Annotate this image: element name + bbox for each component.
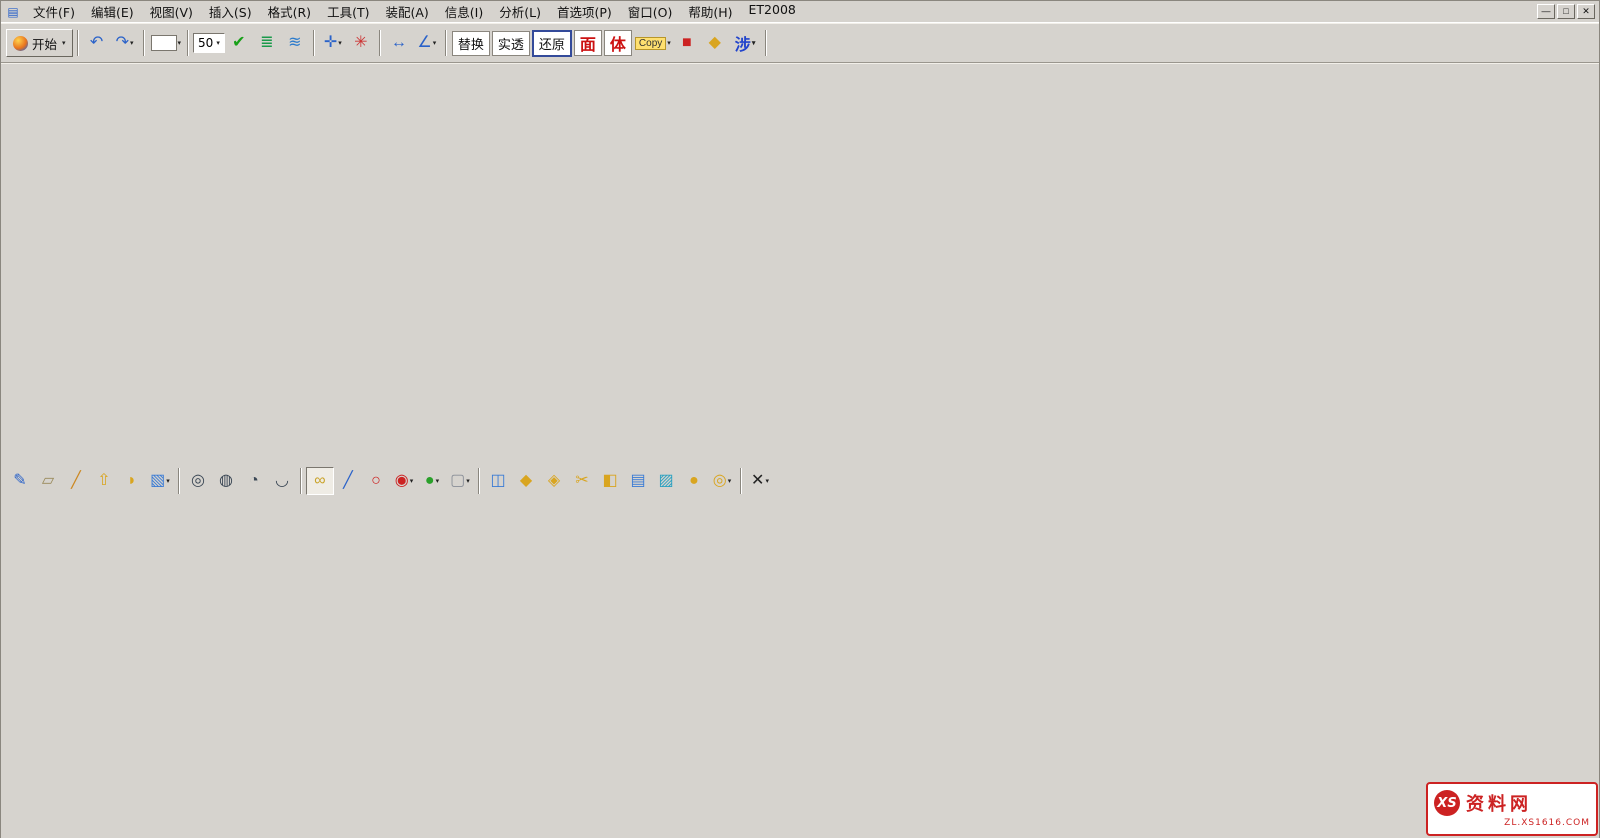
redo-icon: ↷ <box>116 35 129 51</box>
face-select-button[interactable]: 面 <box>574 30 602 56</box>
menu-item[interactable]: 首选项(P) <box>549 0 620 23</box>
chevron-down-icon: ▾ <box>62 39 66 47</box>
menu-item[interactable]: 文件(F) <box>25 0 83 23</box>
menu-item[interactable]: 编辑(E) <box>83 0 142 23</box>
sphere[interactable]: ● <box>680 467 708 495</box>
trim-body[interactable]: ✂ <box>568 467 596 495</box>
orient-view-button[interactable]: ✛▾ <box>319 29 347 57</box>
orient-icon: ✛ <box>324 35 337 51</box>
sketch[interactable]: ✎ <box>6 467 34 495</box>
red-solid-button[interactable]: ■ <box>673 29 701 57</box>
torus[interactable]: ◎▾ <box>708 467 736 495</box>
replace-refset-button[interactable]: 替换 <box>452 31 490 56</box>
layer-check-button[interactable]: ✔ <box>225 29 253 57</box>
layer-visibility-button[interactable]: ≋ <box>281 29 309 57</box>
copy-icon: Copy <box>635 37 666 50</box>
gold-cube-icon: ◆ <box>709 35 721 51</box>
menu-item[interactable]: 窗口(O) <box>620 0 681 23</box>
datum-plane[interactable]: ▱ <box>34 467 62 495</box>
check-icon: ✔ <box>232 35 245 51</box>
nx-cad-window: ▤ 文件(F)编辑(E)视图(V)插入(S)格式(R)工具(T)装配(A)信息(… <box>0 0 1600 838</box>
menu-item[interactable]: 格式(R) <box>260 0 319 23</box>
layer-settings-button[interactable]: ≣ <box>253 29 281 57</box>
watermark: XS 资料网 ZL.XS1616.COM <box>1426 782 1598 836</box>
datum-csys[interactable]: ✕▾ <box>746 467 774 495</box>
unite[interactable]: ◫ <box>484 467 512 495</box>
minimize-button[interactable]: — <box>1537 4 1555 19</box>
circle[interactable]: ○ <box>362 467 390 495</box>
app-icon: ▤ <box>5 4 21 20</box>
block[interactable]: ▧▾ <box>146 467 174 495</box>
redo-button[interactable]: ↷▾ <box>111 29 139 57</box>
wcs-display-button[interactable]: ✳ <box>347 29 375 57</box>
datum-axis[interactable]: ╱ <box>62 467 90 495</box>
body-select-button[interactable]: 体 <box>604 30 632 56</box>
angle-icon: ∠ <box>417 35 431 51</box>
menu-item[interactable]: 视图(V) <box>142 0 201 23</box>
thicken[interactable]: ▨ <box>652 467 680 495</box>
start-menu-button[interactable]: 开始 ▾ <box>6 29 73 57</box>
layers-icon: ≣ <box>260 35 273 51</box>
work-layer-value: 50 <box>198 36 213 50</box>
menu-item[interactable]: 信息(I) <box>437 0 491 23</box>
menu-bar: ▤ 文件(F)编辑(E)视图(V)插入(S)格式(R)工具(T)装配(A)信息(… <box>1 1 1599 23</box>
work-layer-input[interactable]: 50▾ <box>193 33 225 53</box>
subtract[interactable]: ◆ <box>512 467 540 495</box>
menu-item[interactable]: 帮助(H) <box>680 0 740 23</box>
menu-item[interactable]: 分析(L) <box>491 0 549 23</box>
close-button[interactable]: ✕ <box>1577 4 1595 19</box>
point[interactable]: ◉▾ <box>390 467 418 495</box>
pocket[interactable]: ◔ <box>240 467 268 495</box>
measure-angle-button[interactable]: ∠▾ <box>413 29 441 57</box>
watermark-url: ZL.XS1616.COM <box>1434 818 1590 828</box>
measure-distance-button[interactable]: ↔ <box>385 29 413 57</box>
hole[interactable]: ◎ <box>184 467 212 495</box>
split-body[interactable]: ◧ <box>596 467 624 495</box>
wade-tool-button[interactable]: 涉▾ <box>730 29 761 57</box>
patch[interactable]: ▤ <box>624 467 652 495</box>
render-style-select[interactable]: ▾ <box>149 29 184 57</box>
ruler-icon: ↔ <box>391 35 407 51</box>
restore-button[interactable]: 还原 <box>532 30 572 57</box>
translucency-button[interactable]: 实透 <box>492 31 530 56</box>
pad[interactable]: ◡ <box>268 467 296 495</box>
intersect[interactable]: ◈ <box>540 467 568 495</box>
primitive-sphere[interactable]: ●▾ <box>418 467 446 495</box>
render-style-swatch <box>151 35 177 51</box>
watermark-logo: XS <box>1434 790 1460 816</box>
style-box[interactable]: ▢▾ <box>446 467 474 495</box>
feature-toolbar: ✎▱╱⇧◗▧▾◎◍◔◡∞╱○◉▾●▾▢▾◫◆◈✂◧▤▨●◎▾✕▾ <box>1 63 1599 838</box>
line[interactable]: ╱ <box>334 467 362 495</box>
window-controls: —□✕ <box>1537 4 1595 19</box>
boss[interactable]: ◍ <box>212 467 240 495</box>
main-menus: 文件(F)编辑(E)视图(V)插入(S)格式(R)工具(T)装配(A)信息(I)… <box>25 0 1537 23</box>
start-icon <box>13 36 28 51</box>
menu-item[interactable]: ET2008 <box>741 0 804 23</box>
menu-item[interactable]: 装配(A) <box>377 0 436 23</box>
csys-icon: ✳ <box>354 35 367 51</box>
gold-solid-button[interactable]: ◆ <box>701 29 729 57</box>
red-cube-icon: ■ <box>682 35 692 51</box>
standard-toolbar: 开始 ▾ ↶ ↷▾ ▾ 50▾ ✔ ≣ ≋ ✛▾ ✳ ↔ ∠▾ 替换 实透 还原… <box>1 23 1599 63</box>
undo-icon: ↶ <box>90 35 103 51</box>
interpart-chain[interactable]: ∞ <box>306 467 334 495</box>
revolve[interactable]: ◗ <box>118 467 146 495</box>
menu-item[interactable]: 工具(T) <box>319 0 377 23</box>
undo-button[interactable]: ↶ <box>83 29 111 57</box>
layers-visible-icon: ≋ <box>288 35 301 51</box>
menu-item[interactable]: 插入(S) <box>201 0 260 23</box>
copy-face-button[interactable]: Copy▾ <box>633 29 673 57</box>
extrude[interactable]: ⇧ <box>90 467 118 495</box>
watermark-title: 资料网 <box>1466 790 1532 816</box>
restore-button[interactable]: □ <box>1557 4 1575 19</box>
